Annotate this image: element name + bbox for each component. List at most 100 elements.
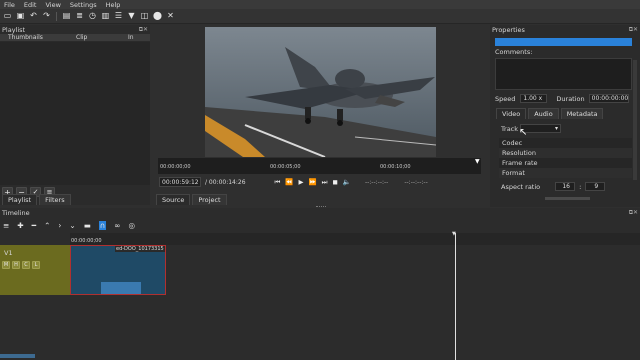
column-clip[interactable]: Clip bbox=[76, 34, 128, 41]
bars-icon[interactable]: ▥ bbox=[101, 12, 110, 21]
hide-button[interactable]: H bbox=[12, 261, 20, 269]
playlist-panel: Playlist ⧉✕ Thumbnails Clip In + − ✓ ≡ bbox=[0, 25, 150, 205]
rewind-icon[interactable]: ⏪ bbox=[285, 178, 293, 187]
tab-filters[interactable]: Filters bbox=[39, 194, 71, 205]
panel-float-close-icon[interactable]: ⧉✕ bbox=[629, 26, 640, 34]
append-icon[interactable]: ✚ bbox=[17, 221, 23, 230]
panel-float-close-icon[interactable]: ⧉✕ bbox=[139, 26, 150, 34]
comments-field[interactable] bbox=[495, 58, 632, 90]
menu-view[interactable]: View bbox=[45, 1, 60, 9]
panel-float-close-icon[interactable]: ⧉✕ bbox=[629, 209, 640, 217]
aspect-ratio-label: Aspect ratio bbox=[501, 182, 541, 191]
timeline-title: Timeline bbox=[2, 208, 30, 217]
player-ruler[interactable]: 00:00:00;00 00:00:05;00 00:00:10;00 ▼ bbox=[158, 158, 481, 174]
transport-buttons: ⏮ ⏪ ▶ ⏩ ⏭ ◼ 🔈 bbox=[275, 178, 351, 187]
timeline-ruler[interactable]: 00:00:00;00 bbox=[70, 233, 640, 245]
playhead-marker-icon: ▼ bbox=[475, 158, 480, 165]
column-thumbnails[interactable]: Thumbnails bbox=[8, 34, 76, 41]
menu-help[interactable]: Help bbox=[106, 1, 121, 9]
clock-icon[interactable]: ◷ bbox=[88, 12, 97, 21]
properties-tabs: Video Audio Metadata bbox=[496, 108, 604, 119]
ruler-label: 00:00:00;00 bbox=[160, 164, 191, 170]
clip-label: ed-DOO_10173315 bbox=[115, 246, 165, 252]
track-row: Track ▾ bbox=[501, 124, 562, 133]
playhead-marker-icon[interactable]: ▼ bbox=[452, 231, 456, 237]
composite-button[interactable]: C bbox=[22, 261, 30, 269]
fast-forward-icon[interactable]: ⏩ bbox=[309, 178, 317, 187]
video-preview[interactable] bbox=[205, 27, 436, 157]
volume-icon[interactable]: 🔈 bbox=[343, 178, 351, 187]
tab-audio[interactable]: Audio bbox=[528, 108, 559, 119]
ripple-icon[interactable]: ∞ bbox=[114, 221, 120, 230]
frame-rate-row: Frame rate bbox=[499, 158, 632, 168]
mute-button[interactable]: M bbox=[2, 261, 10, 269]
timeline-hscrollbar[interactable] bbox=[0, 354, 35, 358]
lock-button[interactable]: L bbox=[32, 261, 40, 269]
menu-edit[interactable]: Edit bbox=[24, 1, 37, 9]
current-timecode[interactable]: 00:00:59:12 bbox=[159, 177, 201, 187]
format-row: Format bbox=[499, 168, 632, 178]
speed-field[interactable]: 1.00 x bbox=[520, 94, 548, 103]
split-icon[interactable]: ▬ bbox=[84, 221, 91, 230]
timeline-clip[interactable]: ed-DOO_10173315 bbox=[70, 245, 166, 295]
aspect-separator: : bbox=[579, 182, 582, 191]
overwrite-icon[interactable]: › bbox=[58, 221, 61, 230]
menu-settings[interactable]: Settings bbox=[70, 1, 97, 9]
total-duration: / 00:00:14:26 bbox=[205, 178, 246, 186]
menu-file[interactable]: File bbox=[4, 1, 15, 9]
transport-bar: 00:00:59:12 / 00:00:14:26 ⏮ ⏪ ▶ ⏩ ⏭ ◼ 🔈 … bbox=[158, 175, 481, 189]
properties-hscrollbar[interactable] bbox=[545, 197, 590, 200]
grid-icon[interactable]: ◼ bbox=[332, 178, 337, 187]
timeline-toolbar: ≡ ✚ ━ ⌃ › ⌄ ▬ ∩ ∞ ◎ bbox=[3, 219, 135, 231]
playlist-title: Playlist bbox=[2, 25, 26, 34]
timeline-icon[interactable]: ≣ bbox=[75, 12, 84, 21]
insert-icon[interactable]: ⌄ bbox=[69, 221, 75, 230]
speed-label: Speed bbox=[495, 94, 516, 103]
codec-row: Codec bbox=[499, 138, 632, 148]
properties-scrollbar[interactable] bbox=[633, 60, 637, 180]
properties-title-bar[interactable] bbox=[495, 38, 632, 46]
track-label: Track bbox=[501, 124, 519, 133]
export-icon[interactable]: ◫ bbox=[140, 12, 149, 21]
tab-source[interactable]: Source bbox=[156, 194, 191, 205]
open-icon[interactable]: ▭ bbox=[3, 12, 12, 21]
save-icon[interactable]: ▣ bbox=[16, 12, 25, 21]
aspect-numerator[interactable]: 16 bbox=[555, 182, 576, 191]
zoom-icon[interactable]: ◎ bbox=[129, 221, 136, 230]
play-icon[interactable]: ▶ bbox=[299, 178, 304, 187]
tab-project[interactable]: Project bbox=[192, 194, 227, 205]
duration-label: Duration bbox=[556, 94, 585, 103]
timeline-header: Timeline ⧉✕ bbox=[0, 208, 640, 217]
ruler-label: 00:00:05;00 bbox=[270, 164, 301, 170]
tab-video[interactable]: Video bbox=[496, 108, 527, 119]
filter-icon[interactable]: ▼ bbox=[127, 12, 136, 21]
properties-title: Properties bbox=[492, 25, 525, 34]
properties-header: Properties ⧉✕ bbox=[490, 25, 640, 34]
delete-icon[interactable]: ▤ bbox=[62, 12, 71, 21]
timeline-playhead[interactable] bbox=[455, 233, 456, 360]
in-point: --:--:--:-- bbox=[364, 178, 389, 186]
skip-end-icon[interactable]: ⏭ bbox=[322, 178, 328, 187]
playlist-list[interactable] bbox=[0, 42, 150, 185]
skip-start-icon[interactable]: ⏮ bbox=[275, 178, 281, 187]
comments-label: Comments: bbox=[495, 48, 533, 56]
menu-bar: File Edit View Settings Help bbox=[0, 0, 640, 9]
remove-icon[interactable]: ━ bbox=[32, 221, 37, 230]
tab-metadata[interactable]: Metadata bbox=[560, 108, 604, 119]
list-icon[interactable]: ☰ bbox=[114, 12, 123, 21]
track-name: V1 bbox=[4, 249, 13, 257]
stop-icon[interactable]: ⬤ bbox=[153, 12, 162, 21]
aspect-denominator[interactable]: 9 bbox=[585, 182, 606, 191]
snap-icon[interactable]: ∩ bbox=[98, 220, 107, 230]
redo-icon[interactable]: ↷ bbox=[42, 12, 51, 21]
undo-icon[interactable]: ↶ bbox=[29, 12, 38, 21]
timeline-menu-icon[interactable]: ≡ bbox=[3, 221, 9, 230]
track-head-v1[interactable]: V1 M H C L bbox=[0, 245, 70, 295]
mouse-cursor-icon: ↖ bbox=[519, 127, 528, 138]
duration-field[interactable]: 00:00:00:00 bbox=[588, 94, 629, 103]
main-toolbar: ▭ ▣ ↶ ↷ ▤ ≣ ◷ ▥ ☰ ▼ ◫ ⬤ ✕ bbox=[0, 9, 640, 24]
tab-playlist[interactable]: Playlist bbox=[2, 194, 38, 205]
column-in[interactable]: In bbox=[128, 34, 134, 41]
fullscreen-icon[interactable]: ✕ bbox=[166, 12, 175, 21]
lift-icon[interactable]: ⌃ bbox=[44, 221, 50, 230]
